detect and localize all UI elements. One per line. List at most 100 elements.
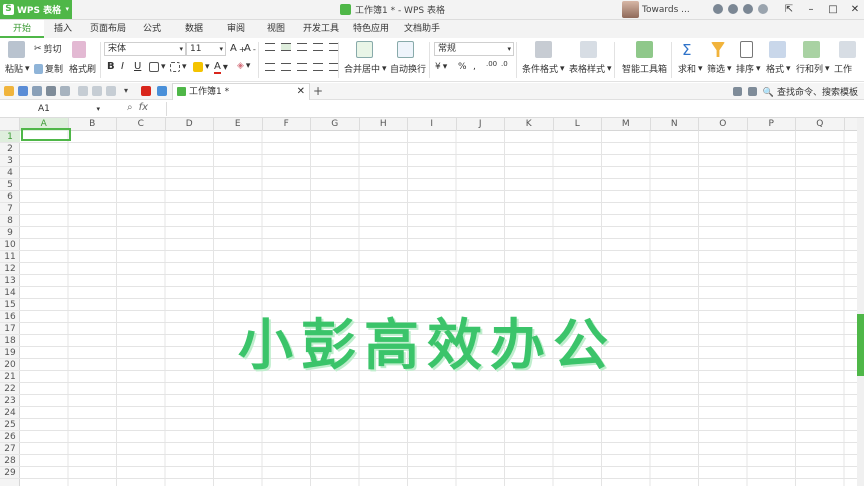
sum-button[interactable]: 求和 ▾ — [678, 62, 703, 76]
tab-insert[interactable]: 插入 — [47, 20, 79, 38]
vertical-scrollbar[interactable] — [857, 118, 864, 486]
format-painter-button[interactable]: 格式刷 — [69, 62, 96, 75]
cut-button[interactable]: ✂ 剪切 — [34, 42, 62, 56]
save-icon[interactable] — [18, 86, 28, 96]
smart-toolbox-button[interactable]: 智能工具箱 — [622, 62, 667, 75]
function-icon[interactable]: fx — [139, 102, 148, 113]
row-header-16[interactable]: 16 — [0, 311, 20, 323]
currency-button[interactable]: ¥ ▾ — [435, 62, 447, 72]
decrease-decimal-icon[interactable]: .0 — [501, 60, 508, 68]
row-header-26[interactable]: 26 — [0, 431, 20, 443]
merge-center-icon[interactable] — [356, 41, 373, 58]
clear-format-button[interactable]: ◈ ▾ — [237, 61, 250, 71]
column-header-l[interactable]: L — [554, 118, 602, 131]
column-header-j[interactable]: J — [457, 118, 505, 131]
tab-document[interactable]: 工作簿1 * ✕ — [172, 83, 310, 100]
bold-button[interactable]: B — [107, 61, 115, 72]
tab-review[interactable]: 审阅 — [221, 20, 251, 38]
undo-icon[interactable] — [78, 86, 88, 96]
decrease-font-icon[interactable]: A- — [244, 43, 256, 54]
filter-button[interactable]: 筛选 ▾ — [707, 62, 732, 76]
row-header-4[interactable]: 4 — [0, 167, 20, 179]
tab-page-layout[interactable]: 页面布局 — [84, 20, 132, 38]
filter-icon[interactable] — [711, 42, 725, 57]
new-tab-button[interactable]: + — [313, 83, 323, 99]
align-right-icon[interactable] — [297, 63, 307, 71]
column-header-h[interactable]: H — [360, 118, 408, 131]
export-pdf-icon[interactable] — [32, 86, 42, 96]
app-menu-button[interactable]: S WPS 表格 ▾ — [0, 0, 72, 19]
worksheet-icon[interactable] — [839, 41, 856, 58]
tab-home[interactable]: 开始 — [0, 20, 44, 38]
merge-style-button[interactable]: ▾ — [170, 62, 187, 72]
minimize-button[interactable]: – — [800, 0, 822, 19]
active-cell-a1[interactable] — [21, 128, 71, 141]
layout-icon[interactable] — [747, 87, 757, 96]
row-header-10[interactable]: 10 — [0, 239, 20, 251]
row-header-29[interactable]: 29 — [0, 467, 20, 479]
zoom-search-icon[interactable]: ⌕ — [127, 102, 133, 113]
increase-decimal-icon[interactable]: .00 — [486, 60, 497, 68]
column-header-o[interactable]: O — [699, 118, 748, 131]
row-header-23[interactable]: 23 — [0, 395, 20, 407]
tab-doc-assistant[interactable]: 文档助手 — [398, 20, 446, 38]
comma-style-icon[interactable]: , — [473, 62, 476, 72]
rows-columns-button[interactable]: 行和列 ▾ — [796, 62, 830, 76]
align-top-icon[interactable] — [265, 43, 275, 51]
column-header-p[interactable]: P — [748, 118, 796, 131]
print-icon[interactable] — [46, 86, 56, 96]
table-style-icon[interactable] — [580, 41, 597, 58]
paste-icon[interactable] — [8, 41, 25, 58]
column-header-b[interactable]: B — [69, 118, 117, 131]
tab-features[interactable]: 特色应用 — [349, 20, 393, 38]
font-size-select[interactable]: 11 ▾ — [186, 42, 226, 56]
search-command[interactable]: 🔍 查找命令、搜索模板 — [763, 85, 858, 98]
user-account[interactable]: Towards ... — [622, 1, 690, 18]
repeat-icon[interactable] — [106, 86, 116, 96]
row-header-5[interactable]: 5 — [0, 179, 20, 191]
row-header-27[interactable]: 27 — [0, 443, 20, 455]
print-preview-icon[interactable] — [60, 86, 70, 96]
row-header-15[interactable]: 15 — [0, 299, 20, 311]
wps-cloud-icon[interactable] — [141, 86, 151, 96]
formula-input[interactable] — [166, 102, 856, 116]
tab-developer[interactable]: 开发工具 — [300, 20, 342, 38]
restore-layout-icon[interactable]: ⇱ — [778, 0, 800, 19]
tab-data[interactable]: 数据 — [178, 20, 210, 38]
share-icon[interactable] — [728, 4, 738, 14]
fill-color-button[interactable]: ▾ — [193, 62, 210, 72]
box-icon[interactable] — [157, 86, 167, 96]
row-header-24[interactable]: 24 — [0, 407, 20, 419]
justify-icon[interactable] — [313, 63, 323, 71]
column-header-d[interactable]: D — [166, 118, 214, 131]
format-icon[interactable] — [769, 41, 786, 58]
sort-icon[interactable] — [740, 41, 753, 58]
wrap-text-button[interactable]: 自动换行 — [390, 62, 426, 75]
customize-toolbar-icon[interactable]: ▾ — [124, 86, 134, 96]
column-header-g[interactable]: G — [311, 118, 360, 131]
row-header-18[interactable]: 18 — [0, 335, 20, 347]
open-icon[interactable] — [4, 86, 14, 96]
close-tab-icon[interactable]: ✕ — [297, 84, 305, 100]
conditional-format-button[interactable]: 条件格式 ▾ — [522, 62, 565, 76]
conditional-format-icon[interactable] — [535, 41, 552, 58]
row-header-11[interactable]: 11 — [0, 251, 20, 263]
table-style-button[interactable]: 表格样式 ▾ — [569, 62, 612, 76]
row-header-9[interactable]: 9 — [0, 227, 20, 239]
column-header-e[interactable]: E — [214, 118, 263, 131]
italic-button[interactable]: I — [121, 61, 124, 72]
row-header-1[interactable]: 1 — [0, 131, 20, 143]
percent-button[interactable]: % — [458, 62, 467, 72]
row-header-3[interactable]: 3 — [0, 155, 20, 167]
indent-decrease-icon[interactable] — [313, 43, 323, 51]
close-button[interactable]: ✕ — [844, 0, 864, 19]
merge-center-button[interactable]: 合并居中 ▾ — [344, 62, 387, 76]
format-button[interactable]: 格式 ▾ — [766, 62, 791, 76]
row-header-12[interactable]: 12 — [0, 263, 20, 275]
align-middle-icon[interactable] — [281, 43, 291, 51]
underline-button[interactable]: U — [134, 61, 141, 72]
column-header-i[interactable]: I — [408, 118, 457, 131]
tab-view[interactable]: 视图 — [261, 20, 291, 38]
maximize-button[interactable]: □ — [822, 0, 844, 19]
settings-icon[interactable] — [758, 4, 768, 14]
